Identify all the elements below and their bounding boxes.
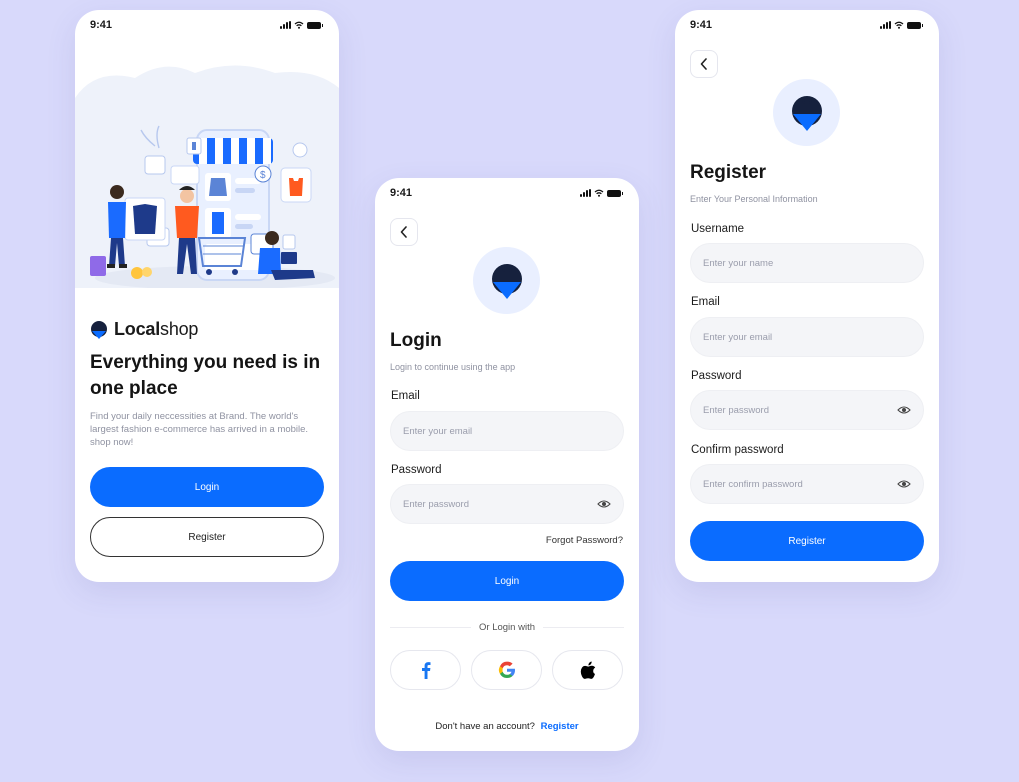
status-icons [580, 189, 623, 197]
no-account-text: Don't have an account? [435, 721, 535, 732]
battery-icon [607, 189, 623, 197]
brand-logo: Localshop [90, 319, 198, 340]
email-field[interactable] [690, 317, 924, 357]
signal-icon [580, 189, 591, 197]
shopping-illustration: $ [75, 65, 339, 288]
status-time: 9:41 [690, 19, 713, 31]
forgot-password-link[interactable]: Forgot Password? [546, 535, 623, 546]
signup-prompt: Don't have an account? Register [375, 721, 639, 732]
app-logo [473, 247, 540, 314]
divider-line [543, 627, 625, 628]
status-bar: 9:41 [675, 10, 939, 40]
chevron-left-icon [700, 58, 707, 70]
welcome-screen: 9:41 $ Localshop Everything you need is … [75, 10, 339, 582]
description: Find your daily neccessities at Brand. T… [90, 411, 309, 448]
facebook-icon [421, 662, 430, 679]
signal-icon [880, 21, 891, 29]
email-label: Email [691, 296, 720, 308]
localshop-logo-icon [91, 320, 107, 339]
username-input[interactable] [703, 257, 911, 269]
apple-login-button[interactable] [552, 650, 623, 690]
password-field[interactable] [390, 484, 624, 524]
wifi-icon [594, 189, 604, 197]
battery-icon [907, 21, 923, 29]
social-divider: Or Login with [390, 622, 625, 633]
divider-line [390, 627, 472, 628]
email-input[interactable] [403, 425, 611, 437]
page-title: Login [390, 330, 442, 351]
password-input[interactable] [403, 498, 597, 510]
localshop-logo-icon [491, 263, 522, 299]
chevron-left-icon [400, 226, 407, 238]
signal-icon [280, 21, 291, 29]
headline: Everything you need is in one place [90, 352, 321, 399]
google-icon [498, 661, 515, 678]
email-field[interactable] [390, 411, 624, 451]
brand-name: Localshop [114, 319, 199, 339]
username-field[interactable] [690, 243, 924, 283]
status-bar: 9:41 [75, 10, 339, 40]
google-login-button[interactable] [471, 650, 542, 690]
status-icons [280, 21, 323, 29]
apple-icon [580, 661, 595, 679]
register-link[interactable]: Register [541, 721, 579, 732]
status-time: 9:41 [90, 19, 113, 31]
back-button[interactable] [390, 218, 418, 246]
password-label: Password [691, 370, 742, 382]
battery-icon [307, 21, 323, 29]
register-button[interactable]: Register [90, 517, 324, 557]
password-label: Password [391, 464, 442, 476]
login-button[interactable]: Login [390, 561, 624, 601]
register-button[interactable]: Register [690, 521, 924, 561]
password-field[interactable] [690, 390, 924, 430]
wifi-icon [894, 21, 904, 29]
login-screen: 9:41 Login Login to continue using the a… [375, 178, 639, 751]
page-subtitle: Login to continue using the app [390, 362, 516, 372]
localshop-logo-icon [791, 95, 822, 131]
status-time: 9:41 [390, 187, 413, 199]
facebook-login-button[interactable] [390, 650, 461, 690]
eye-icon[interactable] [897, 405, 911, 415]
confirm-password-label: Confirm password [691, 444, 784, 456]
email-input[interactable] [703, 331, 911, 343]
email-label: Email [391, 390, 420, 402]
divider-text: Or Login with [479, 622, 535, 633]
svg-text:$: $ [260, 170, 266, 181]
login-button[interactable]: Login [90, 467, 324, 507]
status-bar: 9:41 [375, 178, 639, 208]
eye-icon[interactable] [597, 499, 611, 509]
confirm-password-field[interactable] [690, 464, 924, 504]
back-button[interactable] [690, 50, 718, 78]
username-label: Username [691, 223, 745, 235]
confirm-password-input[interactable] [703, 478, 897, 490]
eye-icon[interactable] [897, 479, 911, 489]
password-input[interactable] [703, 404, 897, 416]
app-logo [773, 79, 840, 146]
register-screen: 9:41 Register Enter Your Personal Inform… [675, 10, 939, 582]
page-subtitle: Enter Your Personal Information [690, 194, 818, 204]
page-title: Register [690, 162, 767, 183]
wifi-icon [294, 21, 304, 29]
status-icons [880, 21, 923, 29]
